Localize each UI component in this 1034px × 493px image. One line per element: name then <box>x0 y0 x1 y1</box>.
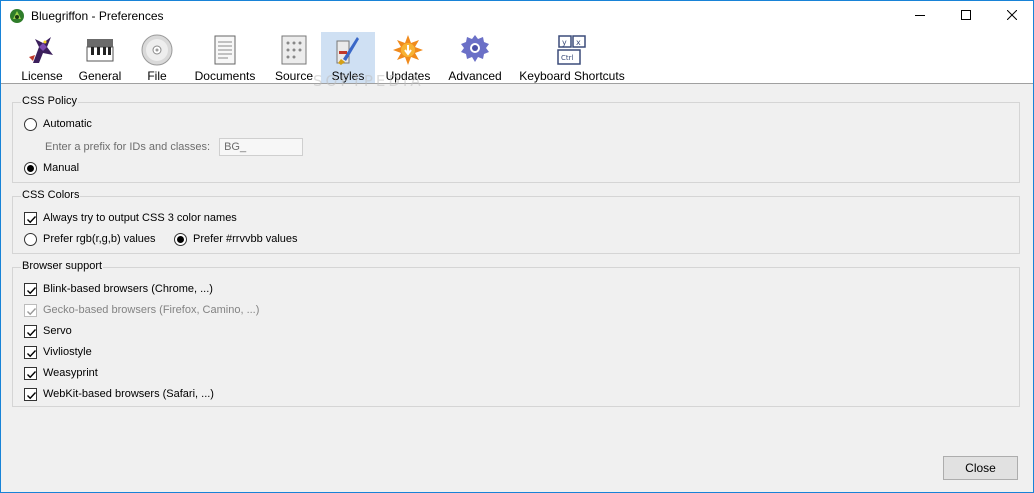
browser-item-servo[interactable]: Servo <box>24 323 72 339</box>
svg-text:x: x <box>576 38 581 47</box>
check-icon <box>27 286 37 294</box>
maximize-button[interactable] <box>943 1 989 31</box>
css3-names-label: Always try to output CSS 3 color names <box>43 212 237 224</box>
servo-label: Servo <box>43 325 72 337</box>
browser-support-legend: Browser support <box>21 260 104 272</box>
close-window-button[interactable] <box>989 1 1034 31</box>
minimize-button[interactable] <box>897 1 943 31</box>
close-button[interactable]: Close <box>943 456 1018 480</box>
tab-label: File <box>147 69 167 83</box>
vivliostyle-checkbox[interactable] <box>24 345 37 359</box>
vivliostyle-label: Vivliostyle <box>43 346 92 358</box>
svg-text:Ctrl: Ctrl <box>561 54 574 62</box>
gear-icon <box>458 33 492 67</box>
css-colors-legend: CSS Colors <box>21 189 81 201</box>
css-policy-group: CSS Policy Automatic Enter a prefix for … <box>12 95 1020 183</box>
prefix-input[interactable] <box>219 138 304 156</box>
automatic-radio[interactable] <box>24 117 37 131</box>
browser-item-gecko: Gecko-based browsers (Firefox, Camino, .… <box>24 302 259 318</box>
manual-label: Manual <box>43 162 80 174</box>
sun-update-icon <box>391 33 425 67</box>
window-title: Bluegriffon - Preferences <box>31 9 164 23</box>
check-icon <box>27 328 37 336</box>
prefix-label: Enter a prefix for IDs and classes: <box>45 141 211 153</box>
weasyprint-label: Weasyprint <box>43 367 98 379</box>
close-icon <box>1006 9 1018 23</box>
manual-radio-row[interactable]: Manual <box>24 160 79 176</box>
minimize-icon <box>915 10 925 23</box>
automatic-radio-row[interactable]: Automatic <box>24 116 92 132</box>
svg-text:y: y <box>562 38 567 47</box>
piano-icon <box>83 33 117 67</box>
hex-radio[interactable] <box>174 232 187 246</box>
brush-icon <box>331 33 365 67</box>
browser-support-group: Browser support Blink-based browsers (Ch… <box>12 260 1020 407</box>
browser-item-blink[interactable]: Blink-based browsers (Chrome, ...) <box>24 281 213 297</box>
weasyprint-checkbox[interactable] <box>24 366 37 380</box>
webkit-checkbox[interactable] <box>24 387 37 401</box>
gecko-checkbox <box>24 303 37 317</box>
title-bar[interactable]: Bluegriffon - Preferences <box>1 1 1033 31</box>
griffon-icon <box>25 33 59 67</box>
preferences-window: Bluegriffon - Preferences License Genera… <box>0 0 1034 493</box>
cd-icon <box>140 33 174 67</box>
browser-item-webkit[interactable]: WebKit-based browsers (Safari, ...) <box>24 386 214 402</box>
tab-file[interactable]: File <box>137 32 177 83</box>
tab-label: General <box>78 69 122 83</box>
tab-label: Keyboard Shortcuts <box>519 69 625 83</box>
tab-general[interactable]: General <box>76 32 124 83</box>
keyboard-icon: y x Ctrl <box>555 33 589 67</box>
css3-names-checkbox[interactable] <box>24 211 37 225</box>
prefix-row: Enter a prefix for IDs and classes: <box>45 138 304 156</box>
check-icon <box>27 307 37 315</box>
check-icon <box>27 391 37 399</box>
automatic-label: Automatic <box>43 118 92 130</box>
tab-label: Advanced <box>448 69 502 83</box>
document-icon <box>208 33 242 67</box>
tab-label: Documents <box>194 69 256 83</box>
gecko-label: Gecko-based browsers (Firefox, Camino, .… <box>43 304 260 316</box>
rgb-radio[interactable] <box>24 232 37 246</box>
blink-label: Blink-based browsers (Chrome, ...) <box>43 283 213 295</box>
bluegriffon-app-icon <box>9 8 25 24</box>
browser-item-vivliostyle[interactable]: Vivliostyle <box>24 344 92 360</box>
tab-source[interactable]: Source <box>272 32 316 83</box>
css3-names-row[interactable]: Always try to output CSS 3 color names <box>24 210 237 226</box>
preferences-toolbar: License General File Documents Source St… <box>1 31 1033 84</box>
css-policy-legend: CSS Policy <box>21 95 79 107</box>
tab-label: Source <box>274 69 314 83</box>
rgb-label: Prefer rgb(r,g,b) values <box>43 233 156 245</box>
tab-keyboard-shortcuts[interactable]: y x Ctrl Keyboard Shortcuts <box>517 32 627 83</box>
maximize-icon <box>961 9 971 23</box>
servo-checkbox[interactable] <box>24 324 37 338</box>
styles-pane: CSS Policy Automatic Enter a prefix for … <box>1 85 1033 492</box>
source-icon <box>277 33 311 67</box>
check-icon <box>27 370 37 378</box>
webkit-label: WebKit-based browsers (Safari, ...) <box>43 388 214 400</box>
tab-advanced[interactable]: Advanced <box>447 32 503 83</box>
blink-checkbox[interactable] <box>24 282 37 296</box>
check-icon <box>27 215 37 223</box>
hex-label: Prefer #rrvvbb values <box>193 233 298 245</box>
tab-label: License <box>21 69 63 83</box>
manual-radio[interactable] <box>24 161 37 175</box>
hex-radio-row[interactable]: Prefer #rrvvbb values <box>174 231 298 247</box>
check-icon <box>27 349 37 357</box>
tab-documents[interactable]: Documents <box>190 32 260 83</box>
rgb-radio-row[interactable]: Prefer rgb(r,g,b) values <box>24 231 156 247</box>
css-colors-group: CSS Colors Always try to output CSS 3 co… <box>12 189 1020 254</box>
tab-license[interactable]: License <box>19 32 65 83</box>
browser-item-weasyprint[interactable]: Weasyprint <box>24 365 98 381</box>
